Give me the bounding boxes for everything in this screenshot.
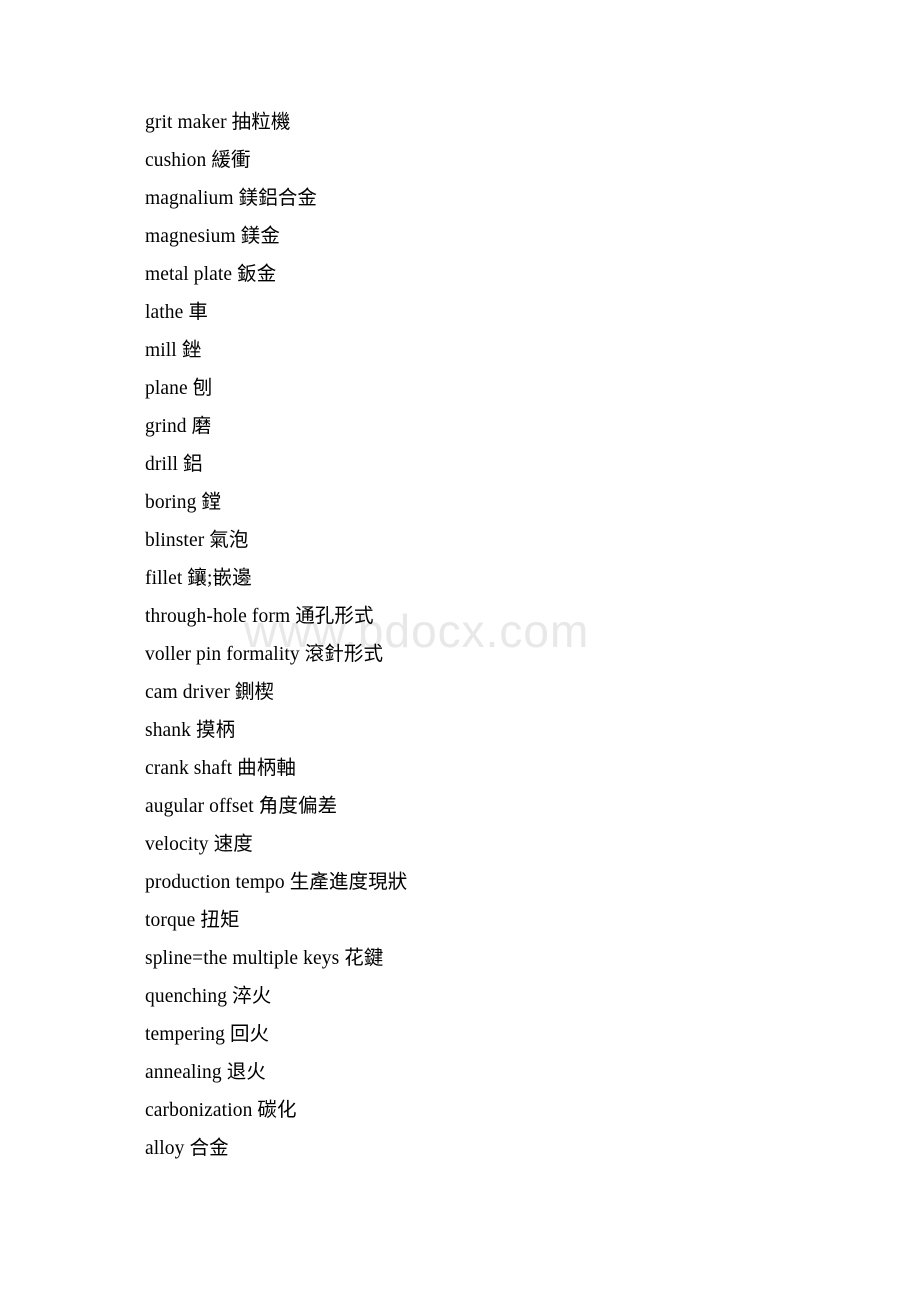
- glossary-entry: fillet 鑲;嵌邊: [145, 560, 880, 598]
- glossary-gloss: 鍘楔: [234, 682, 275, 703]
- glossary-gloss: 鏜: [201, 492, 222, 513]
- glossary-entry: magnesium 鎂金: [145, 218, 880, 256]
- glossary-term: magnalium: [145, 188, 234, 209]
- glossary-term: carbonization: [145, 1100, 253, 1121]
- glossary-gloss: 角度偏差: [258, 796, 338, 817]
- glossary-term: quenching: [145, 986, 228, 1007]
- glossary-gloss: 扭矩: [200, 910, 240, 931]
- glossary-term: spline=the multiple keys: [145, 948, 340, 969]
- glossary-gloss: 曲柄軸: [237, 758, 296, 779]
- glossary-entry: annealing 退火: [145, 1054, 880, 1092]
- glossary-term: grind: [145, 416, 187, 437]
- glossary-term: voller pin formality: [145, 644, 300, 665]
- glossary-entry: tempering 回火: [145, 1016, 880, 1054]
- glossary-term: drill: [145, 454, 178, 475]
- glossary-entry: boring 鏜: [145, 484, 880, 522]
- glossary-term: cushion: [145, 150, 207, 171]
- glossary-term: torque: [145, 910, 196, 931]
- document-page: www.bdocx.com grit maker 抽粒機 cushion 緩衝 ma…: [0, 0, 920, 1302]
- glossary-gloss: 鋁: [182, 454, 203, 475]
- glossary-term: mill: [145, 340, 177, 361]
- glossary-entry: augular offset 角度偏差: [145, 788, 880, 826]
- glossary-term: boring: [145, 492, 197, 513]
- glossary-entry: cam driver 鍘楔: [145, 674, 880, 712]
- glossary-gloss: 合金: [189, 1138, 229, 1159]
- glossary-term: annealing: [145, 1062, 222, 1083]
- glossary-gloss: 刨: [192, 378, 213, 399]
- glossary-entry: crank shaft 曲柄軸: [145, 750, 880, 788]
- glossary-term: crank shaft: [145, 758, 233, 779]
- glossary-gloss: 抽粒機: [231, 112, 291, 133]
- glossary-entry: drill 鋁: [145, 446, 880, 484]
- glossary-entry: alloy 合金: [145, 1130, 880, 1168]
- glossary-term: shank: [145, 720, 191, 741]
- glossary-term: magnesium: [145, 226, 236, 247]
- glossary-entry: mill 銼: [145, 332, 880, 370]
- glossary-gloss: 退火: [226, 1062, 266, 1083]
- glossary-entry: spline=the multiple keys 花鍵: [145, 940, 880, 978]
- glossary-entry: blinster 氣泡: [145, 522, 880, 560]
- glossary-entry: through-hole form 通孔形式: [145, 598, 880, 636]
- glossary-term: cam driver: [145, 682, 230, 703]
- glossary-term: metal plate: [145, 264, 233, 285]
- glossary-term: augular offset: [145, 796, 254, 817]
- glossary-term: through-hole form: [145, 606, 291, 627]
- glossary-entry: grind 磨: [145, 408, 880, 446]
- glossary-gloss: 速度: [213, 834, 253, 855]
- glossary-gloss: 磨: [191, 416, 212, 437]
- glossary-gloss: 淬火: [232, 986, 272, 1007]
- glossary-entry: carbonization 碳化: [145, 1092, 880, 1130]
- glossary-entry: voller pin formality 滾針形式: [145, 636, 880, 674]
- glossary-gloss: 氣泡: [209, 530, 249, 551]
- glossary-term: fillet: [145, 568, 183, 589]
- glossary-entry: torque 扭矩: [145, 902, 880, 940]
- glossary-gloss: 鎂金: [240, 226, 280, 247]
- glossary-term: production tempo: [145, 872, 285, 893]
- glossary-gloss: 鈑金: [237, 264, 277, 285]
- glossary-term: tempering: [145, 1024, 225, 1045]
- glossary-gloss: 緩衝: [211, 150, 251, 171]
- glossary-entry: velocity 速度: [145, 826, 880, 864]
- glossary-term: blinster: [145, 530, 205, 551]
- glossary-gloss: 滾針形式: [304, 644, 384, 665]
- glossary-term: plane: [145, 378, 188, 399]
- glossary-gloss: 鎂鋁合金: [238, 188, 318, 209]
- glossary-gloss: 鑲;嵌邊: [187, 568, 252, 589]
- glossary-term: lathe: [145, 302, 184, 323]
- glossary-entry: metal plate 鈑金: [145, 256, 880, 294]
- glossary-list: grit maker 抽粒機 cushion 緩衝 magnalium 鎂鋁合金 ma…: [145, 104, 880, 1168]
- glossary-term: grit maker: [145, 112, 227, 133]
- glossary-entry: magnalium 鎂鋁合金: [145, 180, 880, 218]
- glossary-term: alloy: [145, 1138, 185, 1159]
- glossary-gloss: 車: [188, 302, 208, 323]
- glossary-entry: production tempo 生產進度現狀: [145, 864, 880, 902]
- glossary-gloss: 生產進度現狀: [289, 872, 408, 893]
- glossary-gloss: 通孔形式: [295, 606, 374, 627]
- glossary-gloss: 碳化: [257, 1100, 297, 1121]
- glossary-gloss: 花鍵: [344, 948, 384, 969]
- glossary-entry: shank 摸柄: [145, 712, 880, 750]
- glossary-entry: quenching 淬火: [145, 978, 880, 1016]
- glossary-term: velocity: [145, 834, 209, 855]
- glossary-gloss: 摸柄: [195, 720, 236, 741]
- glossary-gloss: 回火: [229, 1024, 270, 1045]
- glossary-entry: plane 刨: [145, 370, 880, 408]
- glossary-gloss: 銼: [181, 340, 202, 361]
- glossary-entry: cushion 緩衝: [145, 142, 880, 180]
- glossary-entry: grit maker 抽粒機: [145, 104, 880, 142]
- glossary-entry: lathe 車: [145, 294, 880, 332]
